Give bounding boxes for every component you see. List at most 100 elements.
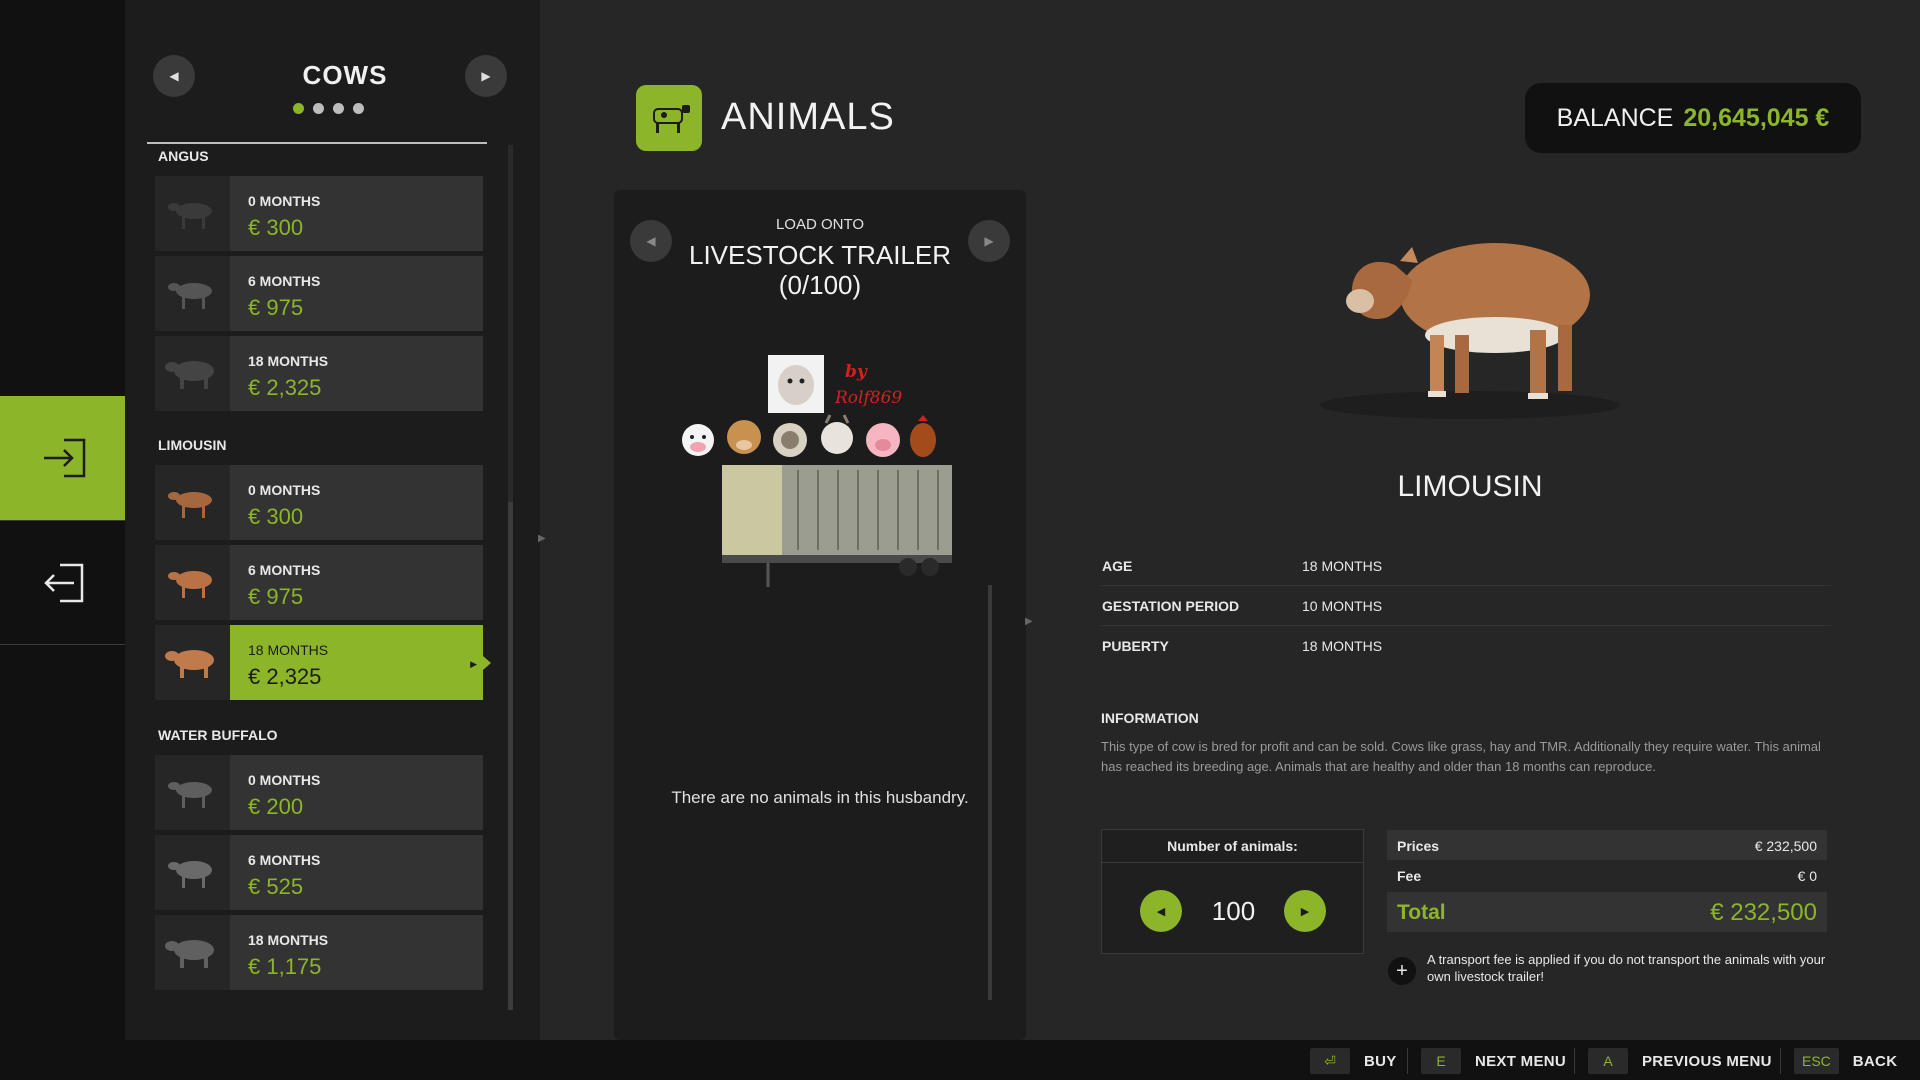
group-title-angus: ANGUS [158, 148, 209, 164]
footer-divider [1407, 1048, 1408, 1074]
item-price: € 1,175 [248, 954, 322, 979]
tab-buy[interactable] [0, 396, 133, 520]
animal-thumbnail [155, 336, 230, 411]
prices-label: Prices [1397, 838, 1440, 854]
chevron-right-icon[interactable]: ▶ [1025, 616, 1033, 627]
quantity-value: 100 [1211, 896, 1256, 926]
buy-label: BUY [1364, 1052, 1397, 1070]
key-cap: ESC [1794, 1048, 1839, 1074]
tab-sell[interactable] [0, 521, 125, 645]
footer-divider [1780, 1048, 1781, 1074]
animals-cow-icon [636, 85, 702, 151]
key-cap: A [1588, 1048, 1628, 1074]
previous-menu-action[interactable]: A PREVIOUS MENU [1588, 1048, 1772, 1074]
fee-value: € 0 [1797, 868, 1817, 884]
arrow-left-icon: ◀ [169, 69, 179, 83]
back-action[interactable]: ESC BACK [1794, 1048, 1897, 1074]
attribute-value: 10 MONTHS [1302, 598, 1383, 614]
limousin-cow-image [1300, 205, 1640, 420]
total-value: € 232,500 [1710, 899, 1817, 926]
animal-thumbnail [155, 915, 230, 990]
previous-menu-label: PREVIOUS MENU [1642, 1052, 1772, 1070]
item-age: 6 MONTHS [248, 562, 321, 578]
price-summary: Prices € 232,500 Fee € 0 Total € 232,500 [1387, 830, 1827, 932]
shop-item-buffalo-0[interactable]: 0 MONTHS € 200 [155, 755, 483, 830]
next-trailer-button[interactable]: ▶ [968, 220, 1010, 262]
attribute-label: AGE [1102, 558, 1133, 574]
enter-icon [43, 438, 85, 478]
next-category-button[interactable]: ▶ [465, 55, 507, 97]
attribute-label: PUBERTY [1102, 638, 1169, 654]
rail-divider [0, 644, 125, 645]
category-page-indicator [293, 103, 364, 114]
next-menu-action[interactable]: E NEXT MENU [1421, 1048, 1566, 1074]
shop-item-angus-0[interactable]: 0 MONTHS € 300 [155, 176, 483, 251]
trailer-scrollbar[interactable] [988, 585, 992, 1000]
trailer-body [722, 465, 952, 587]
shop-item-limousin-18[interactable]: 18 MONTHS € 2,325 ▶ [155, 625, 491, 700]
price-row-prices: Prices € 232,500 [1387, 830, 1827, 860]
arrow-left-icon: ◀ [1156, 905, 1166, 918]
item-price: € 975 [248, 584, 304, 609]
page-dot[interactable] [313, 103, 324, 114]
animal-thumbnail [155, 545, 230, 620]
animal-shop-list: ◀ COWS ▶ ANGUS 0 MONTHS € 300 6 MONTHS €… [125, 0, 546, 1040]
arrow-right-icon: ▶ [481, 69, 491, 83]
shop-item-angus-18[interactable]: 18 MONTHS € 2,325 [155, 336, 483, 411]
selection-pointer [483, 656, 491, 670]
item-age: 0 MONTHS [248, 772, 321, 788]
item-price: € 200 [248, 794, 304, 819]
attribute-value: 18 MONTHS [1302, 558, 1383, 574]
item-price: € 300 [248, 504, 304, 529]
total-label: Total [1397, 901, 1446, 924]
fee-label: Fee [1397, 868, 1422, 884]
shop-item-buffalo-18[interactable]: 18 MONTHS € 1,175 [155, 915, 483, 990]
attribute-value: 18 MONTHS [1302, 638, 1383, 654]
divider [147, 142, 487, 144]
shop-item-limousin-6[interactable]: 6 MONTHS € 975 [155, 545, 483, 620]
item-age: 0 MONTHS [248, 193, 321, 209]
page-dot[interactable] [333, 103, 344, 114]
animal-thumbnail [155, 835, 230, 910]
group-title-limousin: LIMOUSIN [158, 437, 227, 453]
page-dot[interactable] [293, 103, 304, 114]
buy-action[interactable]: ⏎ BUY [1310, 1048, 1397, 1074]
page-dot[interactable] [353, 103, 364, 114]
shop-item-limousin-0[interactable]: 0 MONTHS € 300 [155, 465, 483, 540]
attribute-row-puberty: PUBERTY 18 MONTHS [1101, 626, 1831, 666]
arrow-right-icon: ▶ [984, 234, 994, 248]
attribute-row-age: AGE 18 MONTHS [1101, 546, 1831, 586]
animal-thumbnail [155, 465, 230, 540]
balance-label: BALANCE [1556, 103, 1674, 132]
attribute-label: GESTATION PERIOD [1102, 598, 1240, 614]
trailer-panel: ◀ LOAD ONTO LIVESTOCK TRAILER (0/100) ▶ … [614, 190, 1026, 1040]
attribute-row-gestation: GESTATION PERIOD 10 MONTHS [1101, 586, 1831, 626]
animal-thumbnail [155, 625, 230, 700]
livestock-trailer-image: by Rolf869 [678, 355, 958, 595]
group-title-water-buffalo: WATER BUFFALO [158, 727, 278, 743]
item-age: 6 MONTHS [248, 852, 321, 868]
page-title: ANIMALS [721, 96, 895, 138]
prev-category-button[interactable]: ◀ [153, 55, 195, 97]
shop-item-buffalo-6[interactable]: 6 MONTHS € 525 [155, 835, 483, 910]
chevron-right-icon: ▶ [470, 659, 477, 669]
side-menu-rail [0, 0, 133, 1040]
chevron-right-icon[interactable]: ▶ [538, 533, 546, 544]
item-age: 0 MONTHS [248, 482, 321, 498]
price-row-fee: Fee € 0 [1387, 860, 1827, 890]
footer-key-hints: ⏎ BUY E NEXT MENU A PREVIOUS MENU ESC BA… [0, 1040, 1920, 1080]
item-age: 18 MONTHS [248, 642, 329, 658]
quantity-label: Number of animals: [1102, 838, 1363, 863]
decrease-quantity-button[interactable]: ◀ [1140, 890, 1182, 932]
plus-icon: + [1388, 957, 1416, 985]
footer-divider [1574, 1048, 1575, 1074]
key-cap: E [1421, 1048, 1461, 1074]
item-age: 18 MONTHS [248, 932, 329, 948]
shop-scrollbar-thumb[interactable] [508, 502, 513, 1010]
increase-quantity-button[interactable]: ▶ [1284, 890, 1326, 932]
balance-display: BALANCE 20,645,045 € [1525, 83, 1861, 153]
animal-thumbnail [155, 755, 230, 830]
shop-item-angus-6[interactable]: 6 MONTHS € 975 [155, 256, 483, 331]
trailer-capacity: (0/100) [778, 270, 862, 300]
back-label: BACK [1852, 1052, 1898, 1070]
